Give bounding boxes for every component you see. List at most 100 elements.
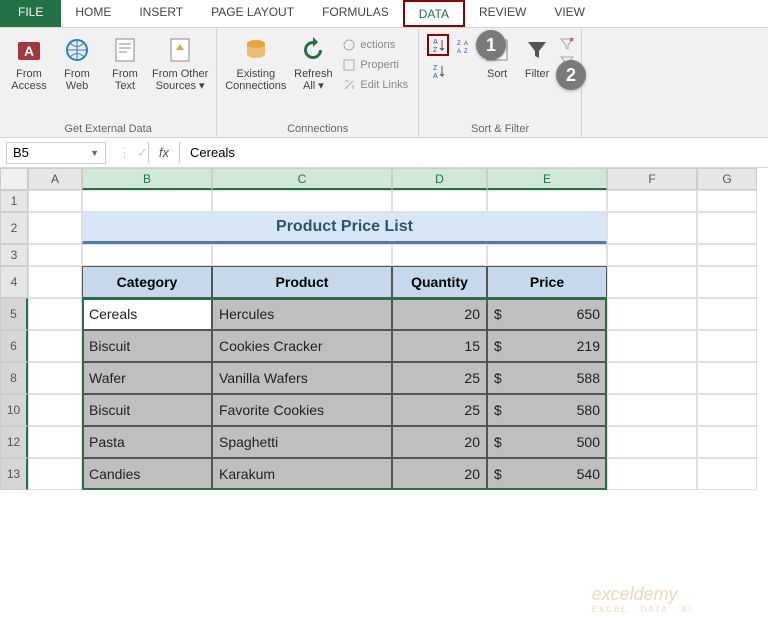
data-cell[interactable]: 25 <box>392 394 487 426</box>
data-cell[interactable]: 20 <box>392 426 487 458</box>
row-header[interactable]: 12 <box>0 426 28 458</box>
data-cell[interactable]: Cookies Cracker <box>212 330 392 362</box>
data-cell[interactable]: Hercules <box>212 298 392 330</box>
sort-zab-button[interactable]: ZAAZ <box>453 34 475 56</box>
sort-za-button[interactable]: ZA <box>427 60 449 82</box>
cell[interactable] <box>28 212 82 244</box>
cell[interactable] <box>607 458 697 490</box>
data-cell[interactable]: $500 <box>487 426 607 458</box>
cell[interactable] <box>212 190 392 212</box>
row-header[interactable]: 10 <box>0 394 28 426</box>
data-cell[interactable]: $540 <box>487 458 607 490</box>
tab-insert[interactable]: INSERT <box>125 0 197 27</box>
properties-link[interactable]: Properti <box>338 56 412 74</box>
cell[interactable] <box>82 244 212 266</box>
cell[interactable] <box>607 426 697 458</box>
row-header[interactable]: 1 <box>0 190 28 212</box>
cell[interactable] <box>28 330 82 362</box>
row-header[interactable]: 8 <box>0 362 28 394</box>
data-cell[interactable]: Pasta <box>82 426 212 458</box>
refresh-all-button[interactable]: Refresh All ▾ <box>290 32 336 94</box>
cell[interactable] <box>697 362 757 394</box>
cell[interactable] <box>697 458 757 490</box>
cell[interactable] <box>28 266 82 298</box>
data-cell[interactable]: Biscuit <box>82 394 212 426</box>
edit-links-link[interactable]: Edit Links <box>338 76 412 94</box>
data-cell[interactable]: Vanilla Wafers <box>212 362 392 394</box>
cell[interactable] <box>607 394 697 426</box>
cell[interactable] <box>212 244 392 266</box>
data-cell[interactable]: Spaghetti <box>212 426 392 458</box>
fx-label[interactable]: fx <box>148 142 180 164</box>
cell[interactable] <box>607 212 697 244</box>
data-cell[interactable]: $580 <box>487 394 607 426</box>
col-header[interactable]: A <box>28 168 82 190</box>
col-header[interactable]: C <box>212 168 392 190</box>
connections-link[interactable]: ections <box>338 36 412 54</box>
select-all-corner[interactable] <box>0 168 28 190</box>
data-cell[interactable]: Candies <box>82 458 212 490</box>
data-cell[interactable]: $650 <box>487 298 607 330</box>
tab-file[interactable]: FILE <box>0 0 61 27</box>
row-header[interactable]: 6 <box>0 330 28 362</box>
data-cell[interactable]: Wafer <box>82 362 212 394</box>
cell[interactable] <box>607 298 697 330</box>
col-header[interactable]: G <box>697 168 757 190</box>
name-box[interactable]: B5▼ <box>6 142 106 164</box>
data-cell[interactable]: Biscuit <box>82 330 212 362</box>
clear-icon[interactable] <box>559 36 575 50</box>
cell[interactable] <box>392 190 487 212</box>
cell[interactable] <box>28 426 82 458</box>
title-cell[interactable]: Product Price List <box>82 212 607 244</box>
header-cell[interactable]: Price <box>487 266 607 298</box>
cell[interactable] <box>28 394 82 426</box>
cell[interactable] <box>697 266 757 298</box>
sort-az-button[interactable]: AZ <box>427 34 449 56</box>
row-header[interactable]: 4 <box>0 266 28 298</box>
row-header[interactable]: 13 <box>0 458 28 490</box>
col-header[interactable]: D <box>392 168 487 190</box>
tab-page-layout[interactable]: PAGE LAYOUT <box>197 0 308 27</box>
data-cell[interactable]: $588 <box>487 362 607 394</box>
cell[interactable] <box>487 244 607 266</box>
data-cell[interactable]: $219 <box>487 330 607 362</box>
cell[interactable] <box>28 458 82 490</box>
cell[interactable] <box>697 298 757 330</box>
data-cell[interactable]: 20 <box>392 298 487 330</box>
cell[interactable] <box>697 394 757 426</box>
data-cell[interactable]: 25 <box>392 362 487 394</box>
cell[interactable] <box>28 190 82 212</box>
header-cell[interactable]: Quantity <box>392 266 487 298</box>
existing-connections-button[interactable]: Existing Connections <box>223 32 288 94</box>
row-header[interactable]: 2 <box>0 212 28 244</box>
data-cell[interactable]: Cereals <box>82 298 212 330</box>
cell[interactable] <box>392 244 487 266</box>
row-header[interactable]: 3 <box>0 244 28 266</box>
from-web-button[interactable]: From Web <box>54 32 100 94</box>
cell[interactable] <box>82 190 212 212</box>
col-header[interactable]: B <box>82 168 212 190</box>
tab-home[interactable]: HOME <box>61 0 125 27</box>
data-cell[interactable]: 15 <box>392 330 487 362</box>
from-text-button[interactable]: From Text <box>102 32 148 94</box>
cell[interactable] <box>697 426 757 458</box>
data-cell[interactable]: Karakum <box>212 458 392 490</box>
tab-view[interactable]: VIEW <box>540 0 599 27</box>
cell[interactable] <box>697 190 757 212</box>
cell[interactable] <box>487 190 607 212</box>
cell[interactable] <box>697 212 757 244</box>
from-access-button[interactable]: AFrom Access <box>6 32 52 94</box>
data-cell[interactable]: 20 <box>392 458 487 490</box>
header-cell[interactable]: Product <box>212 266 392 298</box>
header-cell[interactable]: Category <box>82 266 212 298</box>
cell[interactable] <box>607 190 697 212</box>
col-header[interactable]: E <box>487 168 607 190</box>
cell[interactable] <box>28 298 82 330</box>
row-header[interactable]: 5 <box>0 298 28 330</box>
col-header[interactable]: F <box>607 168 697 190</box>
cell[interactable] <box>28 362 82 394</box>
cell[interactable] <box>697 244 757 266</box>
cell[interactable] <box>607 330 697 362</box>
cell[interactable] <box>697 330 757 362</box>
tab-review[interactable]: REVIEW <box>465 0 540 27</box>
